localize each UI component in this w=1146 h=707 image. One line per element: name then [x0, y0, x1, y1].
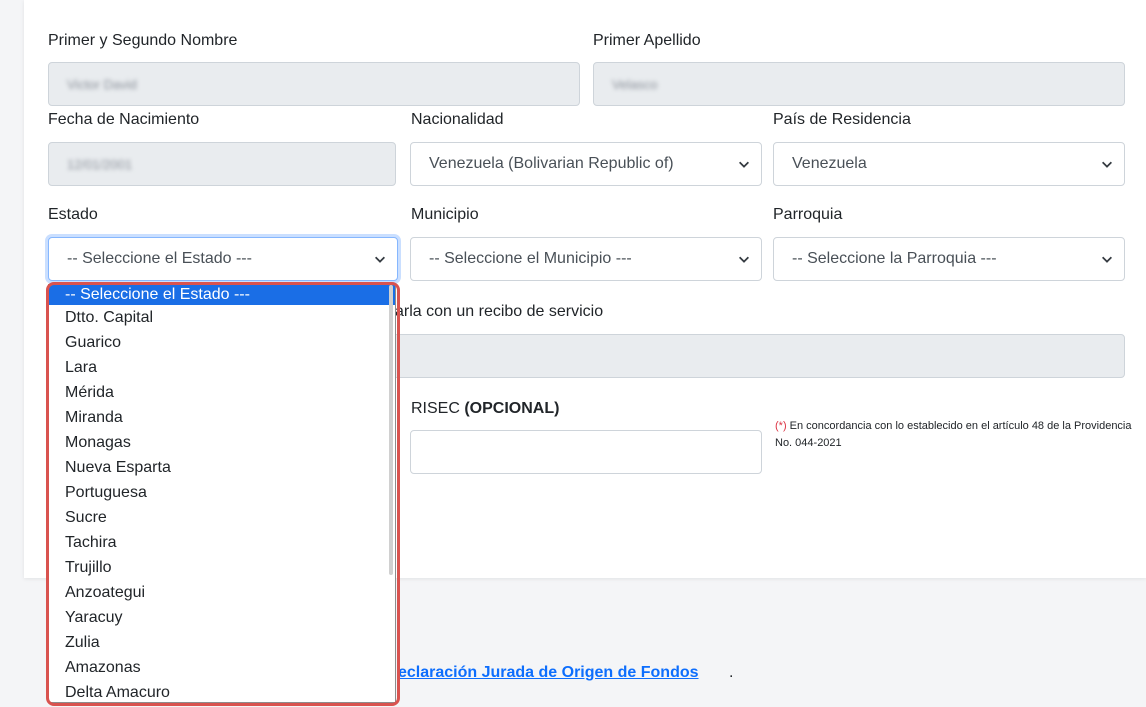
birthdate-label: Fecha de Nacimiento [48, 111, 200, 128]
chevron-down-icon [1102, 256, 1112, 263]
first-name-label: Primer y Segundo Nombre [48, 32, 238, 49]
state-option[interactable]: Sucre [49, 505, 395, 530]
municipality-select[interactable]: -- Seleccione el Municipio --- [410, 237, 762, 281]
residence-label: País de Residencia [773, 111, 911, 128]
state-option[interactable]: -- Seleccione el Estado --- [49, 285, 395, 305]
declaration-period: . [729, 664, 734, 681]
state-option[interactable]: Anzoategui [49, 580, 395, 605]
state-option[interactable]: Zulia [49, 630, 395, 655]
chevron-down-icon [375, 256, 385, 263]
residence-select[interactable]: Venezuela [773, 142, 1125, 186]
state-option[interactable]: Delta Amacuro [49, 680, 395, 702]
declaration-link[interactable]: eclaración Jurada de Origen de Fondos [398, 664, 699, 682]
nationality-value: Venezuela (Bolivarian Republic of) [429, 155, 674, 172]
state-option[interactable]: Guarico [49, 330, 395, 355]
address-label: arla con un recibo de servicio [395, 303, 604, 320]
state-option[interactable]: Lara [49, 355, 395, 380]
state-option[interactable]: Nueva Esparta [49, 455, 395, 480]
state-option[interactable]: Tachira [49, 530, 395, 555]
municipality-value: -- Seleccione el Municipio --- [429, 250, 632, 267]
first-name-field[interactable]: Victor David [48, 62, 580, 106]
parish-select[interactable]: -- Seleccione la Parroquia --- [773, 237, 1125, 281]
chevron-down-icon [739, 256, 749, 263]
first-name-value: Victor David [67, 76, 137, 92]
chevron-down-icon [739, 161, 749, 168]
state-select[interactable]: -- Seleccione el Estado --- [48, 237, 398, 281]
nationality-label: Nacionalidad [411, 111, 504, 128]
state-label: Estado [48, 206, 98, 223]
state-dropdown-list[interactable]: -- Seleccione el Estado --- Dtto. Capital… [48, 284, 396, 703]
birthdate-value: 12/01/2001 [67, 156, 133, 172]
legal-note-text: En concordancia con lo establecido en el… [775, 420, 1132, 449]
risec-optional-tag: (OPCIONAL) [464, 400, 560, 417]
parish-value: -- Seleccione la Parroquia --- [792, 250, 997, 267]
last-name-label: Primer Apellido [593, 32, 701, 49]
state-option[interactable]: Monagas [49, 430, 395, 455]
required-marker: (*) [775, 420, 787, 432]
state-option[interactable]: Yaracuy [49, 605, 395, 630]
state-option[interactable]: Portuguesa [49, 480, 395, 505]
last-name-value: Velasco [612, 76, 658, 92]
birthdate-field[interactable]: 12/01/2001 [48, 142, 396, 186]
state-option[interactable]: Dtto. Capital [49, 305, 395, 330]
state-option[interactable]: Trujillo [49, 555, 395, 580]
municipality-label: Municipio [411, 206, 479, 223]
risec-label: RISEC (OPCIONAL) [411, 400, 560, 417]
parish-label: Parroquia [773, 206, 843, 223]
state-options: -- Seleccione el Estado --- Dtto. Capital… [49, 285, 395, 702]
state-value: -- Seleccione el Estado --- [67, 250, 252, 267]
last-name-field[interactable]: Velasco [593, 62, 1125, 106]
dropdown-scrollbar[interactable] [389, 285, 393, 575]
chevron-down-icon [1102, 161, 1112, 168]
residence-value: Venezuela [792, 155, 867, 172]
state-option[interactable]: Mérida [49, 380, 395, 405]
risec-input[interactable] [410, 430, 762, 474]
nationality-select[interactable]: Venezuela (Bolivarian Republic of) [410, 142, 762, 186]
legal-note: (*) En concordancia con lo establecido e… [775, 418, 1135, 452]
state-option[interactable]: Amazonas [49, 655, 395, 680]
state-option[interactable]: Miranda [49, 405, 395, 430]
